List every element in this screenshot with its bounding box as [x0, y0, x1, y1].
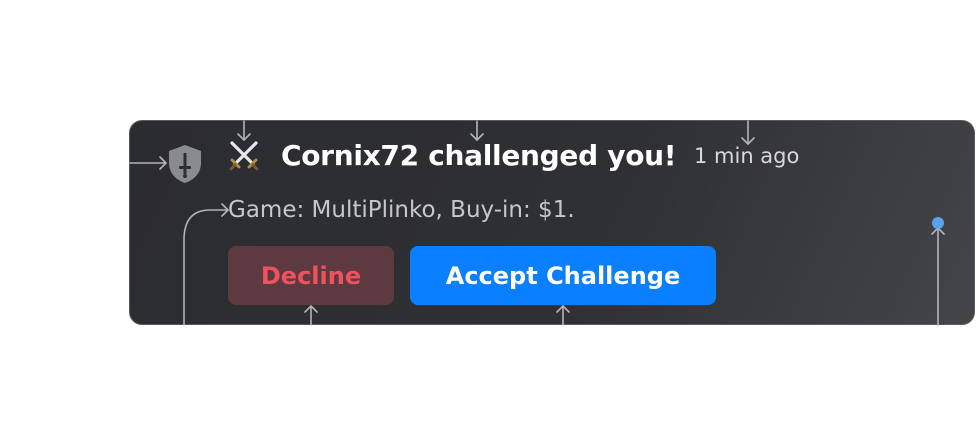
notification-title: Cornix72 challenged you! [281, 139, 677, 172]
shield-sword-icon [169, 145, 201, 183]
notification-timestamp: 1 min ago [694, 144, 800, 168]
accept-challenge-button[interactable]: Accept Challenge [410, 246, 716, 305]
notification-stage: Cornix72 challenged you! 1 min ago Game:… [0, 0, 976, 446]
notification-details: Game: MultiPlinko, Buy-in: $1. [228, 197, 575, 223]
crossed-swords-icon [229, 141, 259, 171]
decline-button[interactable]: Decline [228, 246, 394, 305]
challenge-notification-card: Cornix72 challenged you! 1 min ago Game:… [129, 120, 975, 325]
